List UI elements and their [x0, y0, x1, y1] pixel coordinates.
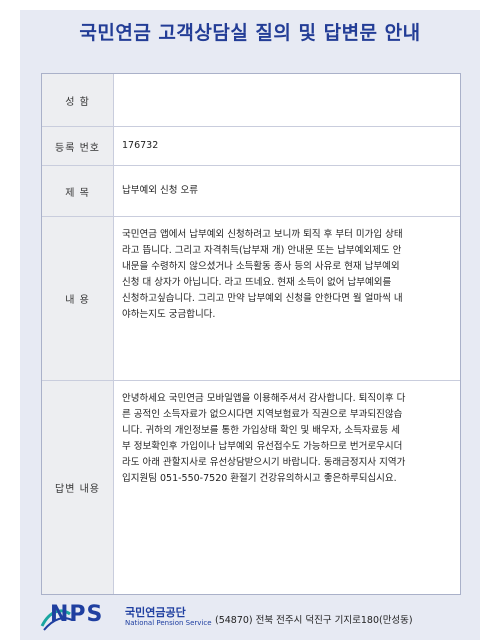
content-line: 신청하고싶습니다. 그리고 만약 납부예외 신청을 안한다면 월 얼마씩 내 — [122, 293, 403, 304]
registration-label: 등록 번호 — [42, 127, 114, 165]
subject-row: 제 목 납부예외 신청 오류 — [42, 166, 460, 217]
registration-value: 176732 — [122, 140, 159, 151]
content-line: 라고 뜹니다. 그리고 자격취득(납부재 개) 안내문 또는 납부예외제도 안 — [122, 245, 402, 256]
answer-line: 입지원팀 051-550-7520 환절기 건강유의하시고 좋은하루되십시요. — [122, 473, 397, 484]
answer-line: 니다. 귀하의 개인정보를 통한 가입상태 확인 및 배우자, 소득자료등 세 — [122, 425, 400, 436]
registration-row: 등록 번호 176732 — [42, 127, 460, 166]
answer-line: 라도 아래 관할지사로 유선상담받으시기 바랍니다. 동래금정지사 지역가 — [122, 457, 406, 468]
document-frame: 국민연금 고객상담실 질의 및 답변문 안내 성 함 등록 번호 176732 … — [20, 10, 480, 640]
answer-line: 부 정보확인후 가입이나 납부예외 유선접수도 가능하므로 번거로우시더 — [122, 441, 403, 452]
content-label: 내 용 — [42, 217, 114, 380]
name-row: 성 함 — [42, 74, 460, 127]
org-address: (54870) 전북 전주시 덕진구 기지로180(만성동) — [215, 615, 413, 626]
content-line: 국민연금 앱에서 납부예외 신청하려고 보니까 퇴직 후 부터 미가입 상태 — [122, 229, 403, 240]
name-label: 성 함 — [42, 74, 114, 126]
answer-line: 른 공적인 소득자료가 없으시다면 지역보험료가 직권으로 부과되진않습 — [122, 409, 403, 420]
answer-text: 안녕하세요 국민연금 모바일앱을 이용해주셔서 감사합니다. 퇴직이후 다 른 … — [122, 391, 452, 487]
footer: NPS 국민연금공단 National Pension Service (548… — [20, 600, 480, 640]
org-name-english: National Pension Service — [125, 619, 212, 627]
content-line: 내문을 수령하지 않으셨거나 소득활동 종사 등의 사유로 현재 납부예외 — [122, 261, 400, 272]
inquiry-form: 성 함 등록 번호 176732 제 목 납부예외 신청 오류 내 용 국민연금… — [41, 73, 461, 595]
document-title: 국민연금 고객상담실 질의 및 답변문 안내 — [79, 22, 421, 44]
subject-label: 제 목 — [42, 166, 114, 216]
subject-value: 납부예외 신청 오류 — [122, 185, 198, 196]
answer-label: 답변 내용 — [42, 381, 114, 594]
content-line: 신청 대 상자가 아닙니다. 라고 뜨네요. 현재 소득이 없어 납부예외를 — [122, 277, 392, 288]
nps-logo-text: NPS — [50, 602, 104, 627]
answer-line: 안녕하세요 국민연금 모바일앱을 이용해주셔서 감사합니다. 퇴직이후 다 — [122, 393, 406, 404]
content-line: 야하는지도 궁금합니다. — [122, 309, 216, 320]
content-text: 국민연금 앱에서 납부예외 신청하려고 보니까 퇴직 후 부터 미가입 상태 라… — [122, 227, 452, 323]
name-value — [122, 74, 452, 126]
answer-row: 답변 내용 안녕하세요 국민연금 모바일앱을 이용해주셔서 감사합니다. 퇴직이… — [42, 381, 460, 594]
org-name-korean: 국민연금공단 — [125, 606, 186, 619]
content-row: 내 용 국민연금 앱에서 납부예외 신청하려고 보니까 퇴직 후 부터 미가입 … — [42, 217, 460, 381]
